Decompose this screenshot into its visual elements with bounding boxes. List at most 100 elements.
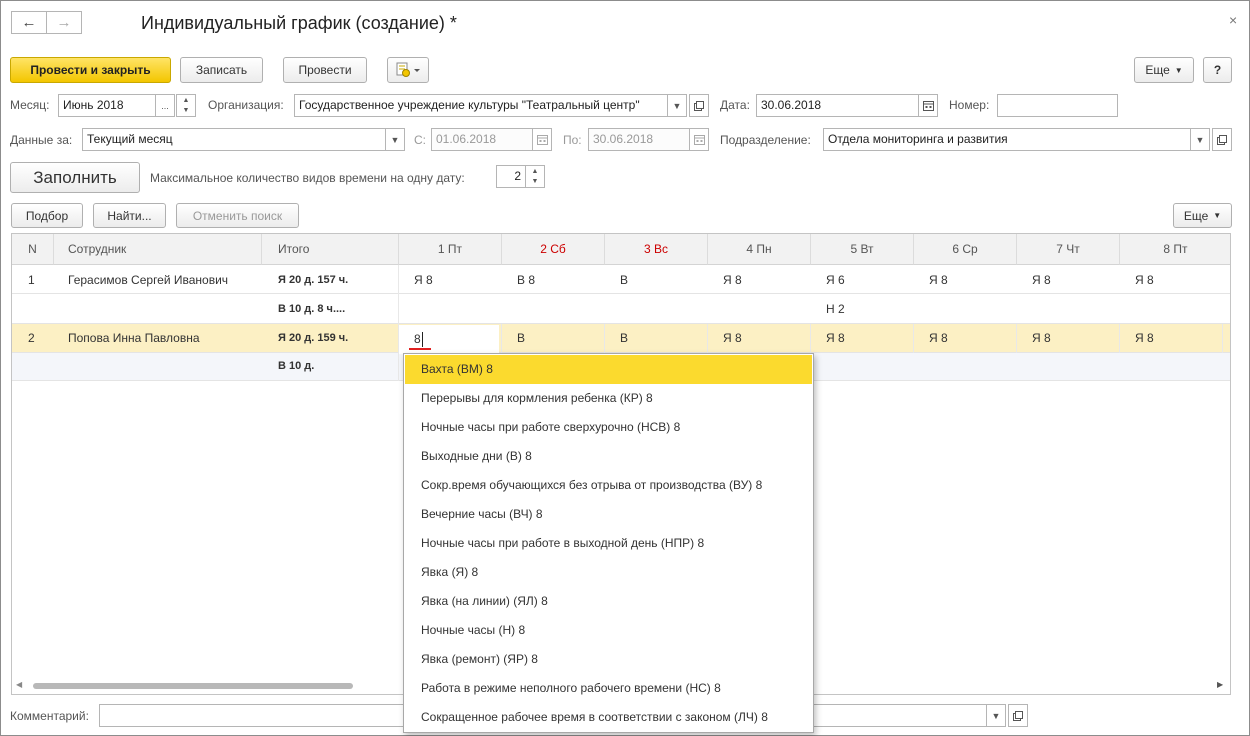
- data-for-field[interactable]: Текущий месяц: [82, 128, 388, 151]
- employee-name[interactable]: Попова Инна Павловна: [68, 324, 200, 352]
- column-header-day-7[interactable]: 7 Чт: [1017, 234, 1120, 265]
- time-type-dropdown: Вахта (ВМ) 8 Перерывы для кормления ребе…: [403, 353, 814, 733]
- organization-field[interactable]: Государственное учреждение культуры "Теа…: [294, 94, 668, 117]
- column-divider: [604, 324, 605, 353]
- scroll-right-icon[interactable]: ▶: [1217, 680, 1223, 689]
- save-button[interactable]: Записать: [180, 57, 263, 83]
- dropdown-item[interactable]: Явка (на линии) (ЯЛ) 8: [405, 587, 812, 616]
- dropdown-item[interactable]: Ночные часы (Н) 8: [405, 616, 812, 645]
- department-field[interactable]: Отдела мониторинга и развития: [823, 128, 1193, 151]
- max-types-spinner[interactable]: ▲ ▼: [525, 165, 545, 188]
- day-cell[interactable]: Я 8: [1135, 266, 1154, 294]
- day-cell[interactable]: Я 8: [1032, 324, 1051, 352]
- column-header-employee[interactable]: Сотрудник: [54, 234, 262, 265]
- column-header-day-2[interactable]: 2 Сб: [502, 234, 605, 265]
- day-cell[interactable]: Я 6: [826, 266, 845, 294]
- column-header-total[interactable]: Итого: [262, 234, 399, 265]
- dropdown-item[interactable]: Перерывы для кормления ребенка (КР) 8: [405, 384, 812, 413]
- data-for-dropdown-button[interactable]: ▼: [385, 128, 405, 151]
- day-cell[interactable]: Я 8: [929, 324, 948, 352]
- month-spinner[interactable]: ▲ ▼: [176, 94, 196, 117]
- print-menu-button[interactable]: [387, 57, 429, 83]
- dropdown-item[interactable]: Сокращенное рабочее время в соответствии…: [405, 703, 812, 732]
- month-field[interactable]: Июнь 2018: [58, 94, 156, 117]
- forward-button[interactable]: →: [46, 11, 82, 34]
- table-more-button[interactable]: Еще ▼: [1173, 203, 1232, 228]
- close-icon[interactable]: ×: [1229, 12, 1237, 28]
- back-arrow-icon: ←: [21, 14, 37, 31]
- day-cell[interactable]: В: [620, 324, 628, 352]
- dropdown-item[interactable]: Явка (ремонт) (ЯР) 8: [405, 645, 812, 674]
- day-cell[interactable]: В: [517, 324, 525, 352]
- chevron-down-icon: ▼: [1174, 65, 1183, 75]
- calendar-icon: [693, 135, 705, 145]
- post-and-close-button[interactable]: Провести и закрыть: [10, 57, 171, 83]
- data-for-label: Данные за:: [10, 133, 73, 147]
- more-button[interactable]: Еще ▼: [1134, 57, 1194, 83]
- scroll-left-icon[interactable]: ◀: [16, 680, 22, 689]
- day-cell[interactable]: Н 2: [826, 295, 845, 323]
- dropdown-item[interactable]: Вечерние часы (ВЧ) 8: [405, 500, 812, 529]
- organization-dropdown-button[interactable]: ▼: [667, 94, 687, 117]
- day-cell[interactable]: Я 8: [929, 266, 948, 294]
- date-calendar-button[interactable]: [918, 94, 938, 117]
- pick-button[interactable]: Подбор: [11, 203, 83, 228]
- comment-dropdown-button[interactable]: ▼: [986, 704, 1006, 727]
- day-cell[interactable]: Я 8: [1135, 324, 1154, 352]
- spin-down-icon: ▼: [531, 178, 539, 186]
- from-label: С:: [414, 133, 426, 147]
- column-divider: [398, 265, 399, 381]
- help-button[interactable]: ?: [1203, 57, 1232, 83]
- back-button[interactable]: ←: [11, 11, 47, 34]
- from-calendar-button[interactable]: [532, 128, 552, 151]
- post-button[interactable]: Провести: [283, 57, 367, 83]
- day-cell[interactable]: Я 8: [1032, 266, 1051, 294]
- date-field[interactable]: 30.06.2018: [756, 94, 920, 117]
- department-dropdown-button[interactable]: ▼: [1190, 128, 1210, 151]
- date-label: Дата:: [720, 98, 750, 112]
- dropdown-item[interactable]: Вахта (ВМ) 8: [405, 355, 812, 384]
- department-label: Подразделение:: [720, 133, 811, 147]
- calendar-icon: [536, 135, 548, 145]
- day-cell[interactable]: Я 8: [826, 324, 845, 352]
- employee-name[interactable]: Герасимов Сергей Иванович: [68, 266, 228, 294]
- dropdown-item[interactable]: Ночные часы при работе в выходной день (…: [405, 529, 812, 558]
- column-header-day-8[interactable]: 8 Пт: [1120, 234, 1230, 265]
- day-cell[interactable]: Я 8: [414, 266, 433, 294]
- day-cell[interactable]: Я 8: [723, 324, 742, 352]
- table-more-label: Еще: [1183, 208, 1209, 223]
- dropdown-item[interactable]: Выходные дни (В) 8: [405, 442, 812, 471]
- dropdown-item[interactable]: Работа в режиме неполного рабочего време…: [405, 674, 812, 703]
- dropdown-item[interactable]: Сокр.время обучающихся без отрыва от про…: [405, 471, 812, 500]
- month-select-button[interactable]: ...: [155, 94, 175, 117]
- column-header-day-5[interactable]: 5 Вт: [811, 234, 914, 265]
- column-header-day-3[interactable]: 3 Вс: [605, 234, 708, 265]
- day-cell[interactable]: Я 8: [723, 266, 742, 294]
- spin-up-icon: ▲: [182, 96, 190, 104]
- to-date-field[interactable]: 30.06.2018: [588, 128, 691, 151]
- scrollbar-thumb[interactable]: [33, 683, 353, 689]
- cancel-search-button[interactable]: Отменить поиск: [176, 203, 299, 228]
- department-open-button[interactable]: [1212, 128, 1232, 151]
- column-header-day-1[interactable]: 1 Пт: [399, 234, 502, 265]
- dropdown-item[interactable]: Явка (Я) 8: [405, 558, 812, 587]
- day-cell[interactable]: В: [620, 266, 628, 294]
- organization-label: Организация:: [208, 98, 284, 112]
- dropdown-item[interactable]: Ночные часы при работе сверхурочно (НСВ)…: [405, 413, 812, 442]
- open-form-icon: [694, 100, 704, 111]
- table-row[interactable]: [12, 294, 1230, 324]
- to-calendar-button[interactable]: [689, 128, 709, 151]
- column-header-n[interactable]: N: [12, 234, 54, 265]
- chevron-down-icon: ▼: [390, 134, 400, 145]
- column-header-day-6[interactable]: 6 Ср: [914, 234, 1017, 265]
- comment-open-button[interactable]: [1008, 704, 1028, 727]
- organization-open-button[interactable]: [689, 94, 709, 117]
- from-date-field[interactable]: 01.06.2018: [431, 128, 534, 151]
- find-button[interactable]: Найти...: [93, 203, 166, 228]
- max-types-field[interactable]: 2: [496, 165, 526, 188]
- fill-button[interactable]: Заполнить: [10, 162, 140, 193]
- number-field[interactable]: [997, 94, 1118, 117]
- day-cell[interactable]: В 8: [517, 266, 535, 294]
- chevron-down-icon: ▼: [1213, 211, 1222, 220]
- column-header-day-4[interactable]: 4 Пн: [708, 234, 811, 265]
